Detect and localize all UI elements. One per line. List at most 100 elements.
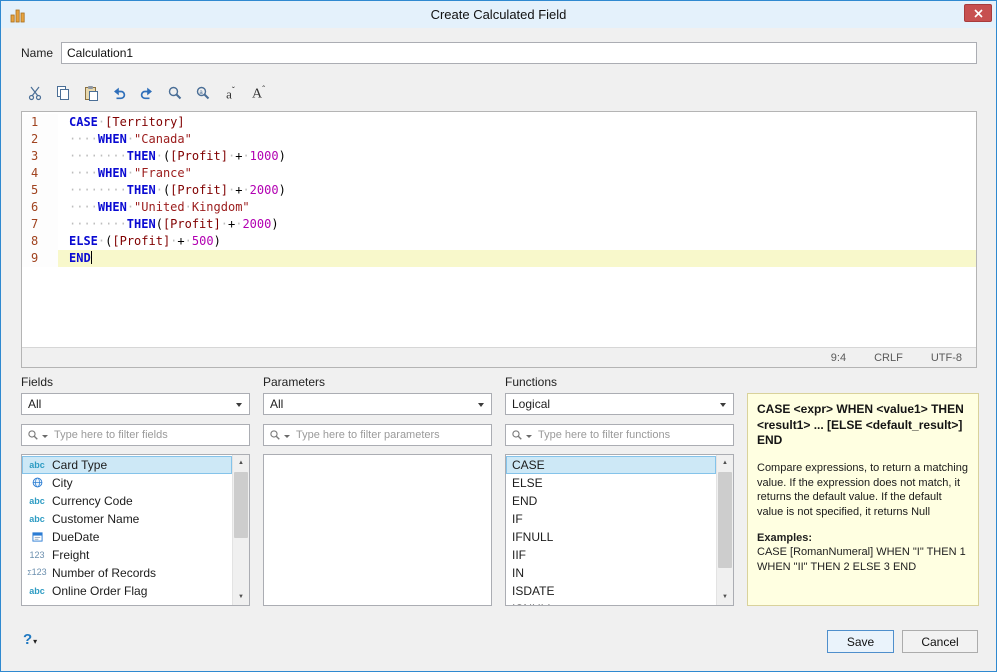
search-icon — [28, 430, 38, 440]
save-button[interactable]: Save — [827, 630, 894, 653]
editor-line[interactable]: 2 ····WHEN·"Canada" — [22, 131, 976, 148]
list-item-label: ISDATE — [512, 584, 555, 598]
search-options-arrow-icon — [42, 434, 48, 438]
scrollbar-thumb[interactable] — [234, 472, 248, 538]
parameters-list[interactable] — [263, 454, 492, 606]
paste-button[interactable] — [79, 82, 102, 105]
code-line: END — [58, 250, 976, 267]
code-line: ····WHEN·"France" — [69, 166, 192, 180]
expression-editor[interactable]: 1 CASE·[Territory] 2 ····WHEN·"Canada" 3 ····… — [21, 111, 977, 368]
chevron-down-icon — [236, 403, 242, 407]
caret-position: 9:4 — [830, 351, 847, 364]
list-item[interactable]: City — [22, 474, 232, 492]
scroll-up-button[interactable]: ▲ — [717, 455, 733, 471]
editor-line[interactable]: 3 ········THEN·([Profit]·+·1000) — [22, 148, 976, 165]
editor-line[interactable]: 7 ········THEN([Profit]·+·2000) — [22, 216, 976, 233]
list-item[interactable]: ISDATE — [506, 582, 716, 600]
code-line: ········THEN([Profit]·+·2000) — [69, 217, 279, 231]
list-item[interactable]: Σ123 Number of Records — [22, 564, 232, 582]
paste-icon — [84, 86, 98, 101]
list-item[interactable]: abc Currency Code — [22, 492, 232, 510]
code-line: ········THEN·([Profit]·+·1000) — [69, 149, 286, 163]
functions-panel-label: Functions — [505, 375, 558, 389]
list-item[interactable]: ELSE — [506, 474, 716, 492]
list-item[interactable]: abc Online Order Flag — [22, 582, 232, 600]
copy-button[interactable] — [51, 82, 74, 105]
line-number: 6 — [22, 199, 58, 216]
editor-line[interactable]: 5 ········THEN·([Profit]·+·2000) — [22, 182, 976, 199]
list-item[interactable]: DueDate — [22, 528, 232, 546]
functions-category-dropdown[interactable]: Logical — [505, 393, 734, 415]
titlebar: Create Calculated Field — [1, 1, 996, 28]
fields-list: abc Card Type City abc Currency Code abc Custo… — [21, 454, 250, 606]
scroll-down-button[interactable]: ▼ — [717, 589, 733, 605]
search-icon — [270, 430, 280, 440]
list-item-label: ELSE — [512, 476, 543, 490]
parameters-type-dropdown[interactable]: All — [263, 393, 492, 415]
fields-panel: Fields All Type here to filter fields ab… — [21, 375, 250, 606]
find-button[interactable] — [163, 82, 186, 105]
functions-filter-placeholder: Type here to filter functions — [538, 429, 671, 441]
editor-line[interactable]: 6 ····WHEN·"United·Kingdom" — [22, 199, 976, 216]
cancel-button[interactable]: Cancel — [902, 630, 978, 653]
close-button[interactable] — [964, 4, 992, 22]
list-item[interactable]: IIF — [506, 546, 716, 564]
fields-filter-input[interactable]: Type here to filter fields — [21, 424, 250, 446]
list-item-label: City — [52, 476, 73, 490]
create-calculated-field-dialog: Create Calculated Field Name a aˇ Aˆ 1 CASE… — [0, 0, 997, 672]
text-caret — [90, 251, 92, 264]
editor-line[interactable]: 1 CASE·[Territory] — [22, 114, 976, 131]
parameters-filter-input[interactable]: Type here to filter parameters — [263, 424, 492, 446]
list-item[interactable]: 123 Freight — [22, 546, 232, 564]
list-item-label: IIF — [512, 548, 526, 562]
scroll-down-button[interactable]: ▼ — [233, 589, 249, 605]
list-item-label: Card Type — [52, 458, 108, 472]
list-item[interactable]: ISNULL — [506, 600, 716, 605]
example-text: CASE [RomanNumeral] WHEN "I" THEN 1 WHEN… — [757, 546, 966, 573]
scroll-up-button[interactable]: ▲ — [233, 455, 249, 471]
functions-list: CASE ELSE END IF IFNULL IIF IN ISDATE ISNULL ▲ ▼ — [505, 454, 734, 606]
undo-icon — [113, 87, 125, 100]
calculation-name-input[interactable] — [61, 42, 977, 64]
list-item[interactable]: IN — [506, 564, 716, 582]
list-item[interactable]: CASE — [506, 456, 716, 474]
parameters-panel: Parameters All Type here to filter param… — [263, 375, 492, 606]
font-increase-button[interactable]: Aˆ — [247, 82, 270, 105]
list-item[interactable]: abc Card Type — [22, 456, 232, 474]
functions-scrollbar[interactable]: ▲ ▼ — [716, 455, 733, 605]
replace-button[interactable]: a — [191, 82, 214, 105]
code-line: ········THEN·([Profit]·+·2000) — [69, 183, 286, 197]
list-item-label: Online Order Flag — [52, 584, 148, 598]
list-item[interactable]: IFNULL — [506, 528, 716, 546]
list-item-label: IF — [512, 512, 523, 526]
chevron-down-icon — [720, 403, 726, 407]
list-item[interactable]: abc Customer Name — [22, 510, 232, 528]
list-item[interactable]: IF — [506, 510, 716, 528]
redo-button[interactable] — [135, 82, 158, 105]
line-number: 4 — [22, 165, 58, 182]
editor-line[interactable]: 8 ELSE·([Profit]·+·500) — [22, 233, 976, 250]
search-options-arrow-icon — [284, 434, 290, 438]
numeric-field-icon: 123 — [29, 550, 45, 560]
editor-line[interactable]: 9 END — [22, 250, 976, 267]
list-item[interactable]: END — [506, 492, 716, 510]
undo-button[interactable] — [107, 82, 130, 105]
scrollbar-thumb[interactable] — [718, 472, 732, 568]
help-button[interactable]: ? ▾ — [23, 632, 37, 647]
line-number: 1 — [22, 114, 58, 131]
cut-button[interactable] — [23, 82, 46, 105]
text-field-icon: abc — [29, 496, 45, 506]
fields-scrollbar[interactable]: ▲ ▼ — [232, 455, 249, 605]
list-item-label: IN — [512, 566, 524, 580]
editor-code-area[interactable]: 1 CASE·[Territory] 2 ····WHEN·"Canada" 3 ····… — [22, 112, 976, 347]
function-description-text: Compare expressions, to return a matchin… — [757, 461, 968, 519]
list-item-label: Customer Name — [52, 512, 140, 526]
functions-filter-input[interactable]: Type here to filter functions — [505, 424, 734, 446]
fields-type-dropdown[interactable]: All — [21, 393, 250, 415]
line-number: 2 — [22, 131, 58, 148]
date-field-icon — [25, 531, 49, 544]
font-decrease-button[interactable]: aˇ — [219, 82, 242, 105]
examples-label: Examples: — [757, 532, 813, 545]
editor-line[interactable]: 4 ····WHEN·"France" — [22, 165, 976, 182]
redo-icon — [140, 87, 152, 100]
